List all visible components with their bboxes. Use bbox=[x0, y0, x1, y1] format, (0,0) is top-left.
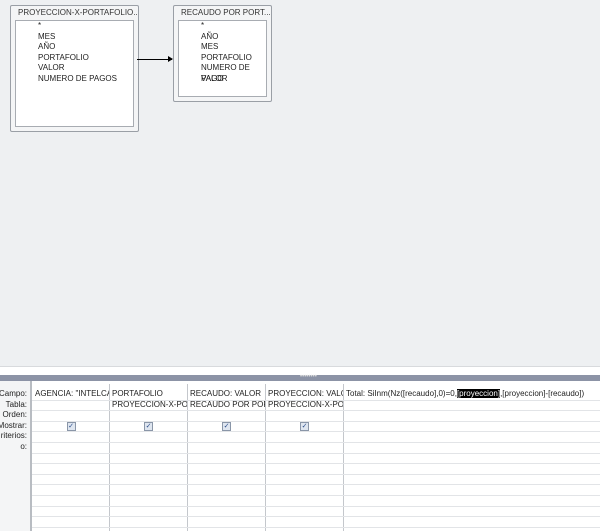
grid-cell[interactable] bbox=[265, 516, 343, 528]
campo-value: RECAUDO: VALOR bbox=[190, 389, 261, 398]
grid-cell[interactable] bbox=[187, 516, 265, 528]
grid-cell[interactable] bbox=[109, 516, 187, 528]
field-item[interactable]: * bbox=[16, 21, 133, 32]
table-proyeccion[interactable]: PROYECCION-X-PORTAFOLIO... * MES AÑO POR… bbox=[10, 5, 139, 132]
relationship-line[interactable] bbox=[137, 59, 172, 60]
tabla-value: PROYECCION-X-PORTA bbox=[112, 399, 187, 409]
grid-column: RECAUDO: VALORRECAUDO POR PORTA ✓ bbox=[187, 384, 266, 531]
field-item[interactable]: PORTAFOLIO bbox=[16, 53, 133, 64]
grid-column: AGENCIA: "INTELCALL ✓ bbox=[32, 384, 110, 531]
show-checkbox[interactable]: ✓ bbox=[144, 421, 153, 431]
field-item[interactable]: MES bbox=[179, 42, 266, 53]
table-recaudo[interactable]: RECAUDO POR PORT... * AÑO MES PORTAFOLIO… bbox=[173, 5, 272, 102]
tabla-value: RECAUDO POR PORTA bbox=[190, 399, 265, 409]
grid-column: PROYECCION: VALORPROYECCION-X-PORTA ✓ bbox=[265, 384, 344, 531]
field-item[interactable]: VALOR bbox=[179, 74, 266, 85]
field-item[interactable]: * bbox=[179, 21, 266, 32]
field-list: * MES AÑO PORTAFOLIO VALOR NUMERO DE PAG… bbox=[15, 20, 134, 127]
campo-value: AGENCIA: "INTELCALL bbox=[35, 389, 109, 398]
query-design-pane: PROYECCION-X-PORTAFOLIO... * MES AÑO POR… bbox=[0, 0, 600, 366]
label-orden: Orden: bbox=[2, 410, 27, 420]
query-grid: Campo: Tabla: Orden: Mostrar: riterios: … bbox=[0, 381, 600, 531]
grid-cell[interactable] bbox=[32, 516, 109, 528]
tabla-value: PROYECCION-X-PORTA bbox=[268, 399, 343, 409]
grid-column: PORTAFOLIOPROYECCION-X-PORTA ✓ bbox=[109, 384, 188, 531]
field-list: * AÑO MES PORTAFOLIO NUMERO DE PAGO VALO… bbox=[178, 20, 267, 97]
campo-value: PORTAFOLIO bbox=[112, 389, 163, 398]
label-mostrar: Mostrar: bbox=[0, 420, 27, 430]
field-item[interactable]: MES bbox=[16, 32, 133, 43]
field-item[interactable]: VALOR bbox=[16, 63, 133, 74]
field-item[interactable]: AÑO bbox=[179, 32, 266, 43]
campo-value: PROYECCION: VALOR bbox=[268, 389, 343, 398]
field-item[interactable]: NUMERO DE PAGO bbox=[179, 63, 266, 83]
grid-cell[interactable] bbox=[343, 516, 600, 528]
field-item[interactable]: NUMERO DE PAGOS bbox=[16, 74, 133, 85]
field-item[interactable]: PORTAFOLIO bbox=[179, 53, 266, 64]
expr-post: ,[proyeccion]-[recaudo]) bbox=[500, 389, 585, 398]
label-criterios: riterios: bbox=[0, 431, 27, 441]
show-checkbox[interactable]: ✓ bbox=[300, 421, 309, 431]
table-title[interactable]: RECAUDO POR PORT... bbox=[174, 6, 271, 20]
label-campo: Campo: bbox=[0, 389, 27, 398]
row-labels: Campo: Tabla: Orden: Mostrar: riterios: … bbox=[0, 381, 32, 531]
field-item[interactable]: AÑO bbox=[16, 42, 133, 53]
show-checkbox[interactable]: ✓ bbox=[66, 421, 76, 431]
expr-pre: Total: SiInm(Nz([recaudo],0)=0, bbox=[346, 389, 457, 398]
selected-text: [proyeccion] bbox=[456, 389, 501, 398]
label-tabla: Tabla: bbox=[5, 399, 27, 409]
grid-column: Total: SiInm(Nz([recaudo],0)=0,[proyecci… bbox=[343, 384, 600, 531]
table-title[interactable]: PROYECCION-X-PORTAFOLIO... bbox=[11, 6, 138, 20]
label-o: o: bbox=[20, 442, 27, 451]
show-checkbox[interactable]: ✓ bbox=[222, 421, 231, 431]
